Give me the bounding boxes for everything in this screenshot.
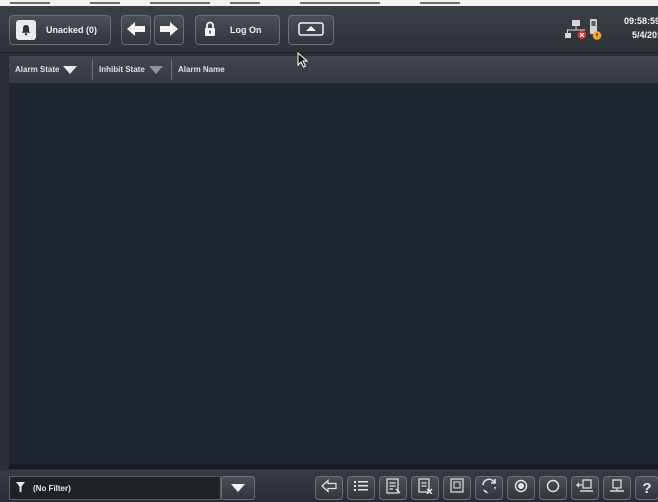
unacked-label: Unacked (0): [46, 25, 98, 35]
clock-time: 09:58:59 AM: [624, 16, 658, 26]
clear-button[interactable]: [411, 476, 439, 500]
mouse-cursor-icon: [297, 51, 309, 73]
filter-label: (No Filter): [33, 483, 71, 493]
network-error-icon: [565, 20, 587, 45]
header-toolbar: Unacked (0) Log On 09:58:59 5/4/20: [0, 6, 658, 53]
alarm-list[interactable]: [9, 84, 658, 464]
sort-down-icon[interactable]: [63, 65, 78, 74]
back-button[interactable]: [315, 476, 343, 500]
refresh-123-icon: [480, 477, 498, 500]
alarm-table-header: Alarm State Inhibit State Alarm Name: [9, 56, 658, 84]
clock-date: 5/4/201: [632, 30, 658, 40]
arrow-left-icon: [126, 21, 146, 39]
clear-icon: [417, 477, 433, 499]
horizontal-scrollbar[interactable]: [9, 464, 658, 469]
footer-toolbar: (No Filter) ?: [0, 470, 658, 502]
radio-filled-icon: [514, 479, 528, 498]
bell-icon: [16, 20, 36, 40]
refresh-count-button[interactable]: [475, 476, 503, 500]
select-button[interactable]: [443, 476, 471, 500]
unacked-alarms-button[interactable]: Unacked (0): [9, 15, 111, 45]
filter-dropdown-button[interactable]: [221, 476, 255, 500]
alarm-summary-window: Unacked (0) Log On 09:58:59 5/4/20 Alarm…: [0, 0, 658, 502]
help-button[interactable]: ?: [635, 476, 658, 500]
column-inhibit-state[interactable]: Inhibit State: [93, 56, 171, 83]
log-on-label: Log On: [230, 25, 262, 35]
radio-empty-icon: [546, 479, 560, 498]
unshelve-button[interactable]: [603, 476, 631, 500]
arrow-right-icon: [159, 21, 179, 39]
sort-down-icon[interactable]: [148, 65, 163, 74]
previous-button[interactable]: [121, 15, 151, 45]
column-inhibit-state-label: Inhibit State: [99, 65, 145, 74]
column-alarm-state[interactable]: Alarm State: [9, 56, 92, 83]
list-icon: [353, 479, 369, 498]
column-alarm-state-label: Alarm State: [15, 65, 60, 74]
lock-icon: [204, 21, 216, 39]
eject-button[interactable]: [288, 15, 334, 45]
shelve-icon: [576, 478, 594, 499]
chevron-down-icon: [231, 484, 245, 492]
shelve-button[interactable]: [571, 476, 599, 500]
list-view-button[interactable]: [347, 476, 375, 500]
device-warning-icon: [588, 19, 602, 46]
column-alarm-name-label: Alarm Name: [178, 65, 225, 74]
details-button[interactable]: [379, 476, 407, 500]
radio-empty-button[interactable]: [539, 476, 567, 500]
back-icon: [321, 478, 337, 498]
log-on-button[interactable]: Log On: [195, 15, 280, 45]
clock: 09:58:59 AM 5/4/201: [624, 14, 658, 42]
filter-select[interactable]: (No Filter): [9, 476, 221, 500]
eject-icon: [298, 22, 324, 38]
next-button[interactable]: [154, 15, 184, 45]
details-icon: [385, 477, 401, 499]
radio-filled-button[interactable]: [507, 476, 535, 500]
select-icon: [449, 477, 465, 499]
funnel-icon: [16, 481, 25, 495]
unshelve-icon: [608, 478, 626, 499]
column-alarm-name[interactable]: Alarm Name: [172, 56, 372, 83]
help-label: ?: [642, 479, 652, 497]
